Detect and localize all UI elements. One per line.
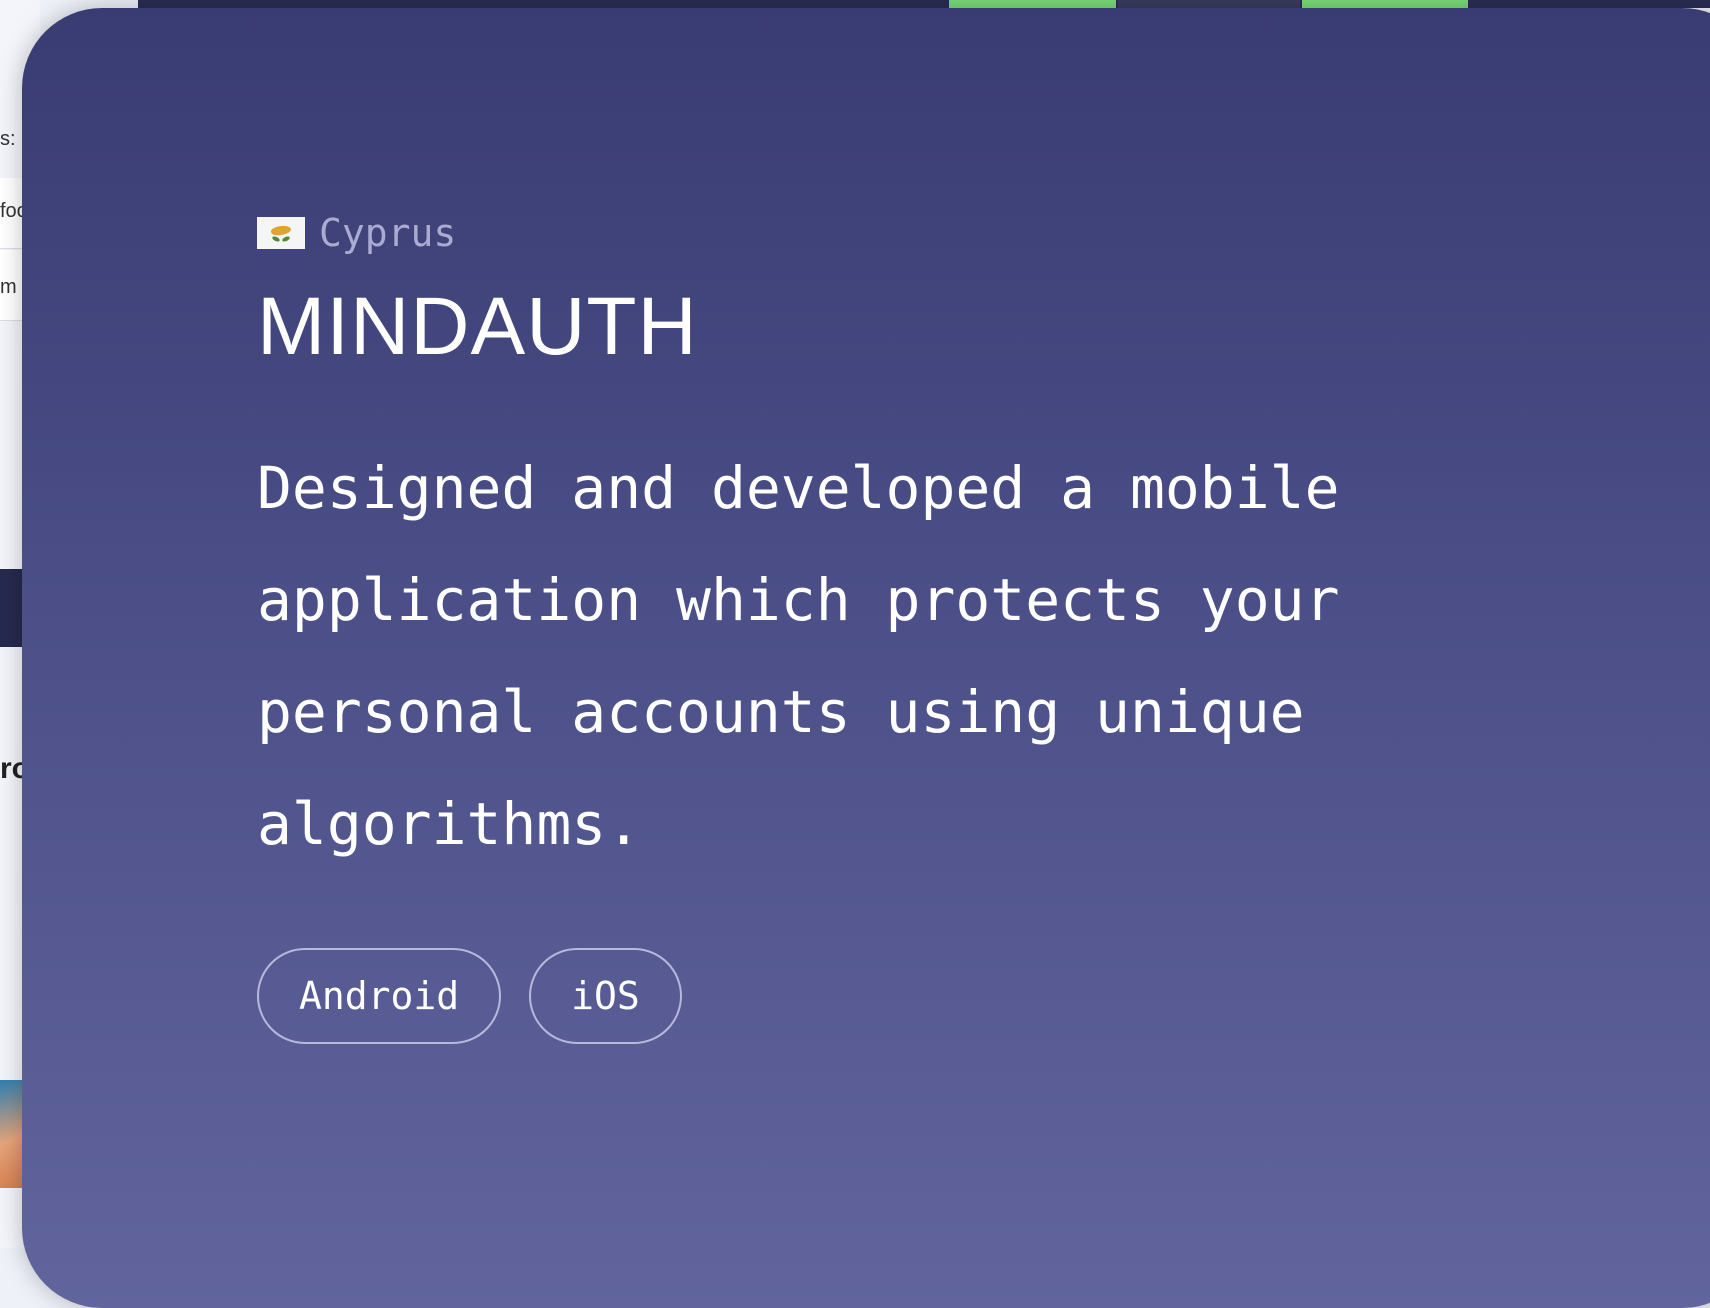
- background-label-fragment: s:: [0, 128, 16, 150]
- tag-android[interactable]: Android: [257, 948, 502, 1044]
- background-top-bar: [138, 0, 1710, 8]
- project-description: Designed and developed a mobile applicat…: [257, 454, 1340, 858]
- project-tags: Android iOS: [257, 948, 1517, 1044]
- background-green-button: [949, 0, 1116, 8]
- project-card[interactable]: Cyprus MINDAUTH Designed and developed a…: [22, 8, 1710, 1308]
- project-title: MINDAUTH: [257, 281, 698, 372]
- cyprus-flag-icon: [257, 217, 305, 249]
- background-dark-button: [1118, 0, 1300, 8]
- project-card-content: Cyprus MINDAUTH Designed and developed a…: [257, 208, 1517, 1044]
- tag-ios[interactable]: iOS: [529, 948, 682, 1044]
- background-input-text-2: m: [0, 276, 17, 298]
- project-country-name: Cyprus: [319, 211, 457, 255]
- project-country: Cyprus: [257, 208, 1517, 258]
- background-green-button-2: [1302, 0, 1468, 8]
- background-thumbnail: [0, 1080, 24, 1188]
